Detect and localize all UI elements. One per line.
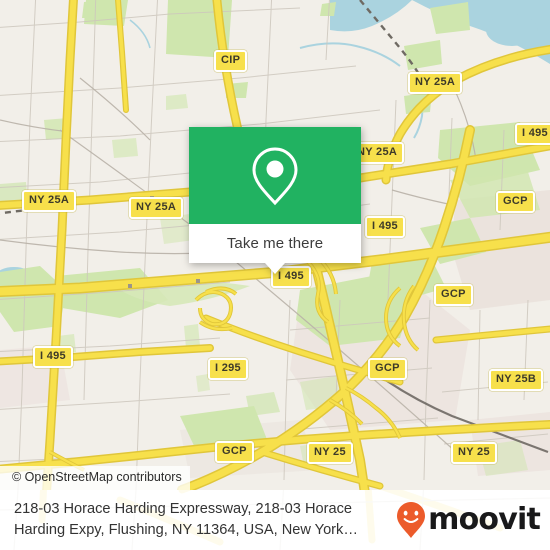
moovit-logo[interactable]: moovit bbox=[396, 501, 550, 539]
moovit-wordmark: moovit bbox=[428, 502, 541, 537]
road-shield: NY 25A bbox=[129, 197, 184, 219]
road-shield: I 495 bbox=[515, 123, 550, 145]
road-shield: GCP bbox=[368, 358, 407, 380]
road-shield: I 295 bbox=[208, 358, 248, 380]
road-shield: I 495 bbox=[365, 216, 405, 238]
road-shield: NY 25A bbox=[22, 190, 77, 212]
address-text: 218-03 Horace Harding Expressway, 218-03… bbox=[14, 501, 358, 538]
take-me-there-card[interactable]: Take me there bbox=[189, 127, 361, 274]
road-shield: I 495 bbox=[33, 346, 73, 368]
card-icon-panel bbox=[189, 127, 361, 224]
road-shield: NY 25A bbox=[408, 72, 463, 94]
take-me-there-button[interactable]: Take me there bbox=[189, 224, 361, 263]
road-shield: NY 25 bbox=[307, 442, 353, 464]
road-shield: GCP bbox=[434, 284, 473, 306]
road-shield: GCP bbox=[215, 441, 254, 463]
location-pin-icon bbox=[252, 146, 298, 205]
road-shield: CIP bbox=[214, 50, 248, 72]
address-footer: 218-03 Horace Harding Expressway, 218-03… bbox=[0, 490, 550, 550]
map-canvas[interactable]: CIP NY 25A I 495 NY 25A NY 25A NY 25A GCP I 495… bbox=[0, 0, 550, 490]
moovit-map-screenshot: CIP NY 25A I 495 NY 25A NY 25A NY 25A GCP I 495… bbox=[0, 0, 550, 550]
moovit-smiley-pin-icon bbox=[397, 502, 426, 538]
card-pointer-tail bbox=[265, 263, 285, 274]
road-shield: NY 25B bbox=[489, 369, 544, 391]
map-attribution[interactable]: © OpenStreetMap contributors bbox=[0, 466, 190, 490]
road-shield: NY 25 bbox=[451, 442, 497, 464]
road-shield: GCP bbox=[496, 191, 535, 213]
